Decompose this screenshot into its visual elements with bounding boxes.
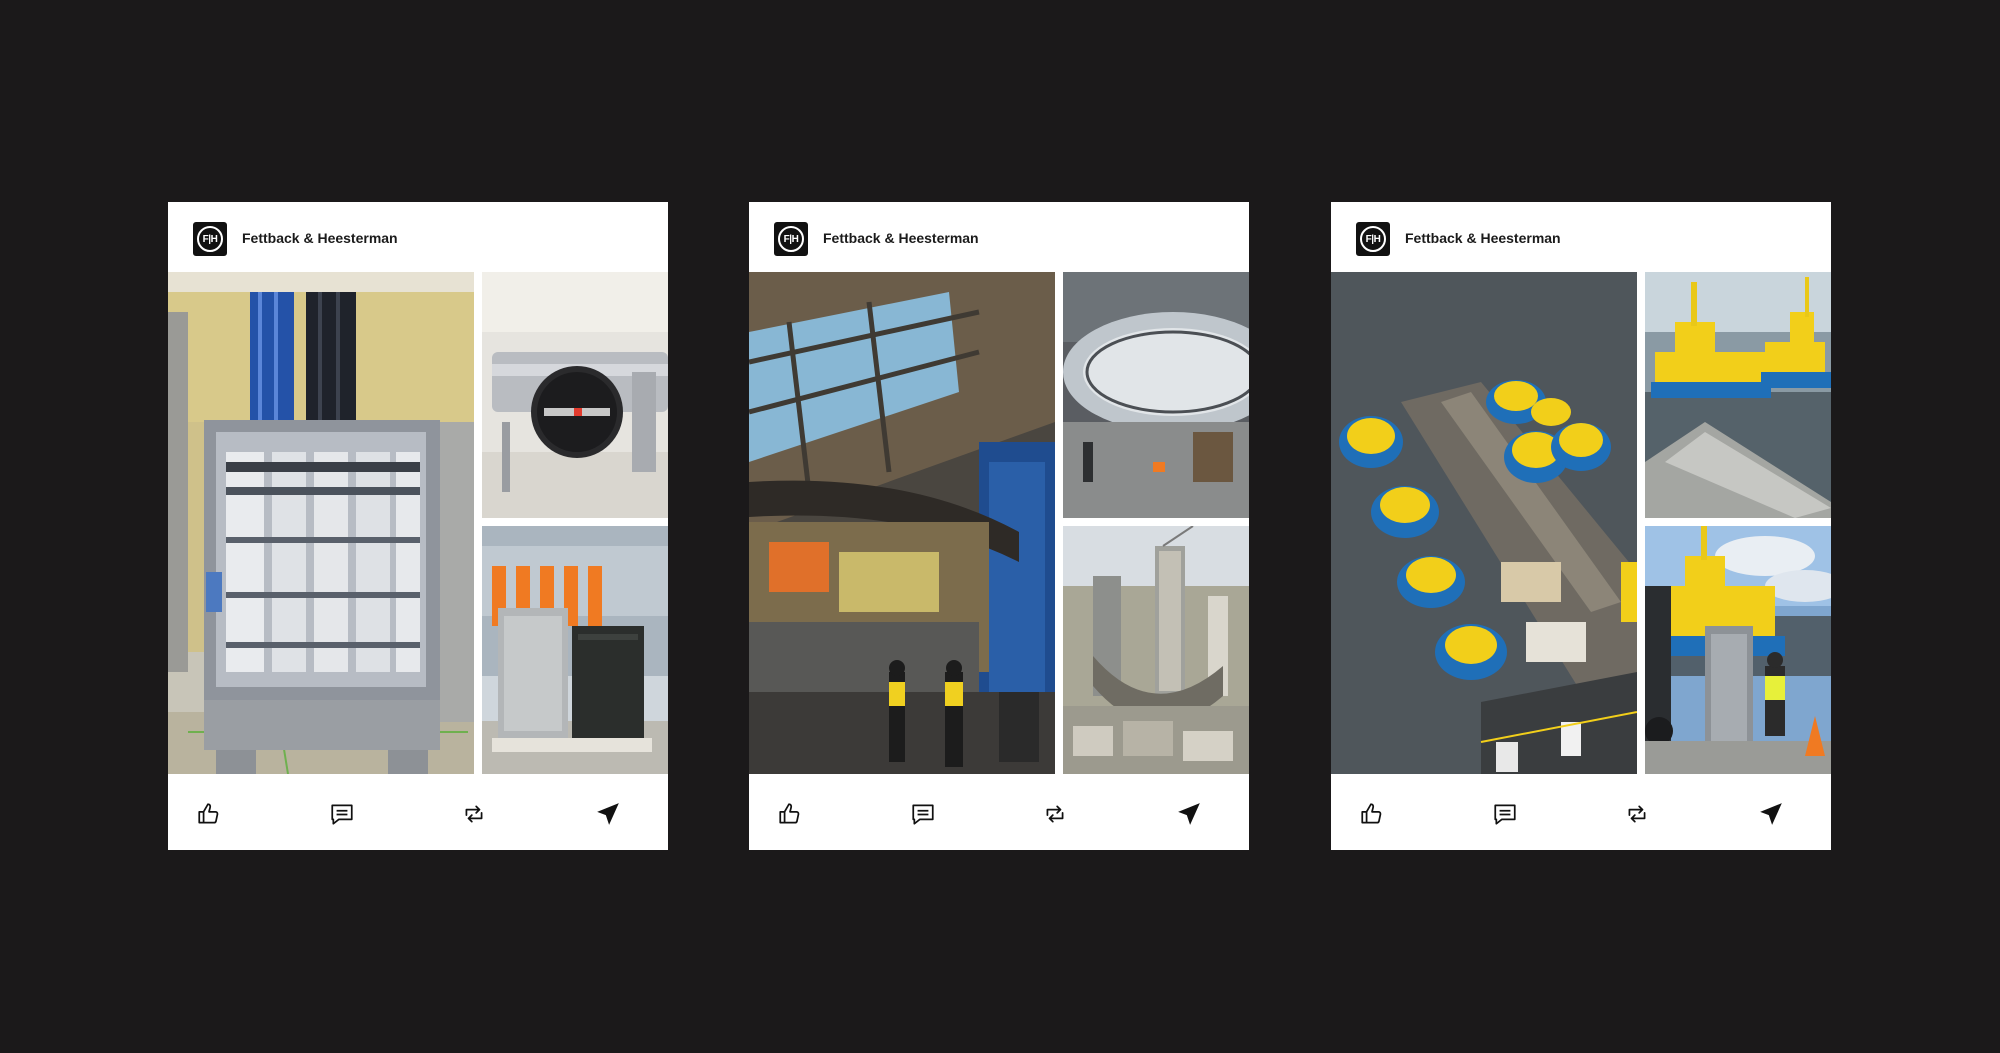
comment-icon [331, 804, 353, 825]
thumbs-up-icon [198, 803, 219, 824]
post-image-top[interactable] [1645, 272, 1831, 518]
post-actions [1331, 774, 1831, 850]
logo-mark: F|H [778, 226, 804, 252]
like-button[interactable] [195, 800, 223, 828]
post-image-bottom[interactable] [1063, 526, 1249, 774]
company-logo[interactable]: F|H [1356, 222, 1390, 256]
send-button[interactable] [1175, 800, 1203, 828]
repost-button[interactable] [1623, 800, 1651, 828]
logo-mark: F|H [197, 226, 223, 252]
post-image-top[interactable] [482, 272, 668, 518]
post-image-bottom[interactable] [482, 526, 668, 774]
post-actions [749, 774, 1249, 850]
comment-button[interactable] [328, 800, 356, 828]
repost-icon [1628, 805, 1646, 823]
post-header: F|H Fettback & Heesterman [749, 202, 1249, 272]
post-image-main[interactable] [1331, 272, 1637, 774]
thumbs-up-icon [1361, 803, 1382, 824]
post-image-top[interactable] [1063, 272, 1249, 518]
company-logo[interactable]: F|H [774, 222, 808, 256]
comment-icon [1494, 804, 1516, 825]
send-icon [1760, 803, 1782, 825]
repost-button[interactable] [1041, 800, 1069, 828]
send-button[interactable] [1757, 800, 1785, 828]
post-image-main[interactable] [168, 272, 474, 774]
repost-icon [465, 805, 483, 823]
comment-button[interactable] [1491, 800, 1519, 828]
send-button[interactable] [594, 800, 622, 828]
logo-mark: F|H [1360, 226, 1386, 252]
send-icon [1178, 803, 1200, 825]
repost-button[interactable] [460, 800, 488, 828]
comment-button[interactable] [909, 800, 937, 828]
author-name[interactable]: Fettback & Heesterman [242, 230, 398, 246]
comment-icon [912, 804, 934, 825]
post-card: F|H Fettback & Heesterman [1331, 202, 1831, 850]
post-image-bottom[interactable] [1645, 526, 1831, 774]
author-name[interactable]: Fettback & Heesterman [1405, 230, 1561, 246]
like-button[interactable] [776, 800, 804, 828]
post-card: F|H Fettback & Heesterman [168, 202, 668, 850]
post-card: F|H Fettback & Heesterman [749, 202, 1249, 850]
post-header: F|H Fettback & Heesterman [1331, 202, 1831, 272]
post-actions [168, 774, 668, 850]
send-icon [597, 803, 619, 825]
post-image-main[interactable] [749, 272, 1055, 774]
thumbs-up-icon [779, 803, 800, 824]
company-logo[interactable]: F|H [193, 222, 227, 256]
like-button[interactable] [1358, 800, 1386, 828]
repost-icon [1046, 805, 1064, 823]
post-header: F|H Fettback & Heesterman [168, 202, 668, 272]
author-name[interactable]: Fettback & Heesterman [823, 230, 979, 246]
